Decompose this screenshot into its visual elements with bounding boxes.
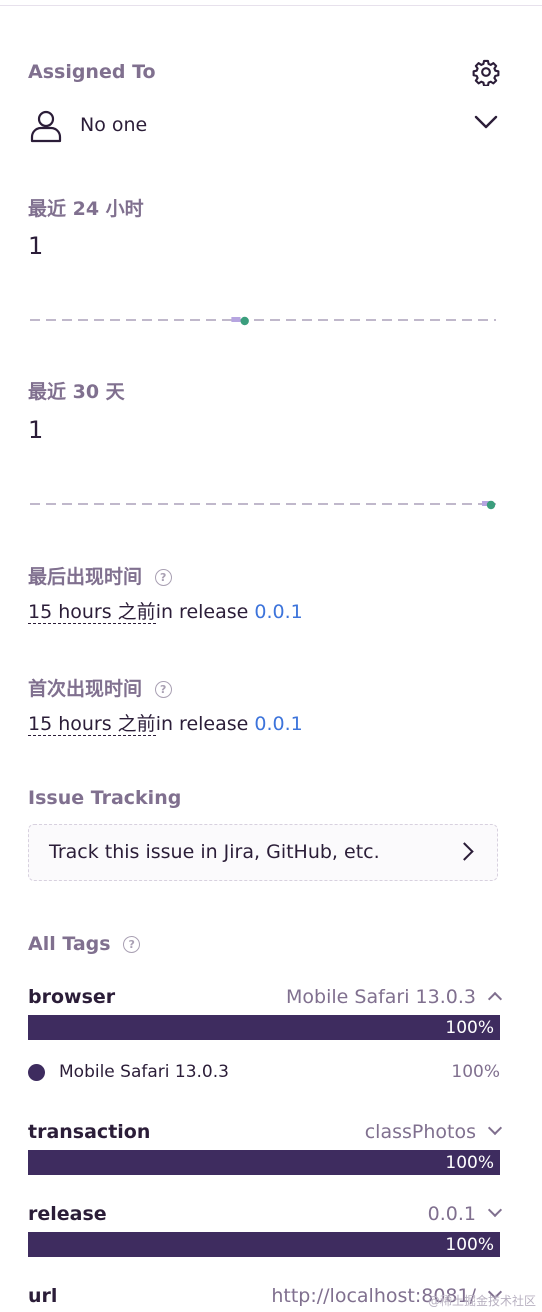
browser-breakdown-name[interactable]: Mobile Safari 13.0.3 [59,1062,229,1082]
assignee-value: No one [80,114,148,136]
tag-key-transaction[interactable]: transaction [28,1121,150,1143]
all-tags-heading: All Tags ? [28,933,141,955]
top-divider [0,5,542,6]
first-seen-release-link[interactable]: 0.0.1 [254,713,302,735]
sparkline-point [240,316,249,326]
tag-key-url[interactable]: url [28,1285,57,1307]
tag-value-release-text: 0.0.1 [427,1203,476,1225]
tag-key-release[interactable]: release [28,1203,107,1225]
last-seen-heading: 最后出现时间 ? [28,562,172,589]
tag-key-browser[interactable]: browser [28,986,115,1008]
tag-value-browser[interactable]: Mobile Safari 13.0.3 [286,986,503,1008]
last-30d-count: 1 [28,416,44,444]
last-24h-count: 1 [28,232,44,260]
last-seen-time[interactable]: 15 hours 之前 [28,601,156,624]
help-icon[interactable]: ? [123,936,141,953]
legend-dot [28,1064,45,1081]
last-seen-release-link[interactable]: 0.0.1 [254,601,302,623]
tag-bar-transaction[interactable]: 100% [28,1150,500,1175]
chevron-down-icon [487,1120,503,1136]
tag-value-browser-text: Mobile Safari 13.0.3 [286,986,476,1008]
assigned-to-heading: Assigned To [28,61,156,83]
tag-value-release[interactable]: 0.0.1 [427,1202,503,1225]
user-icon [28,108,64,148]
help-icon[interactable]: ? [154,681,172,698]
tag-bar-browser[interactable]: 100% [28,1015,500,1040]
first-seen-value: 15 hours 之前in release 0.0.1 [28,709,303,736]
watermark: @稀土掘金技术社区 [427,1294,536,1308]
sparkline-bar [231,317,241,322]
help-icon[interactable]: ? [154,569,172,586]
issue-tracking-heading: Issue Tracking [28,787,182,809]
last-seen-value: 15 hours 之前in release 0.0.1 [28,597,303,624]
browser-breakdown-percent: 100% [451,1062,500,1082]
last-seen-label: 最后出现时间 [28,566,143,588]
first-seen-time[interactable]: 15 hours 之前 [28,713,156,736]
tag-value-transaction-text: classPhotos [364,1121,476,1143]
tag-bar-percent: 100% [445,1235,494,1255]
tag-value-transaction[interactable]: classPhotos [364,1120,503,1143]
last-30d-sparkline[interactable] [30,492,496,516]
gear-icon[interactable] [472,58,500,87]
chevron-down-icon [487,1202,503,1218]
chevron-down-icon [474,114,498,134]
last-24h-sparkline[interactable] [30,308,496,332]
tag-bar-percent: 100% [445,1153,494,1173]
chevron-up-icon [487,991,503,1007]
sparkline-point [486,500,496,510]
last-24h-heading: 最近 24 小时 [28,198,144,220]
tag-bar-percent: 100% [445,1018,494,1038]
first-seen-heading: 首次出现时间 ? [28,674,172,701]
chevron-right-icon [455,842,474,861]
assignee-selector[interactable]: No one [28,108,498,144]
track-issue-label: Track this issue in Jira, GitHub, etc. [49,841,380,863]
last-30d-heading: 最近 30 天 [28,381,125,403]
first-seen-in-release: in release [155,713,249,735]
last-seen-in-release: in release [155,601,249,623]
all-tags-label: All Tags [28,933,111,955]
first-seen-label: 首次出现时间 [28,678,143,700]
tag-bar-release[interactable]: 100% [28,1232,500,1257]
track-issue-button[interactable]: Track this issue in Jira, GitHub, etc. [28,824,498,881]
